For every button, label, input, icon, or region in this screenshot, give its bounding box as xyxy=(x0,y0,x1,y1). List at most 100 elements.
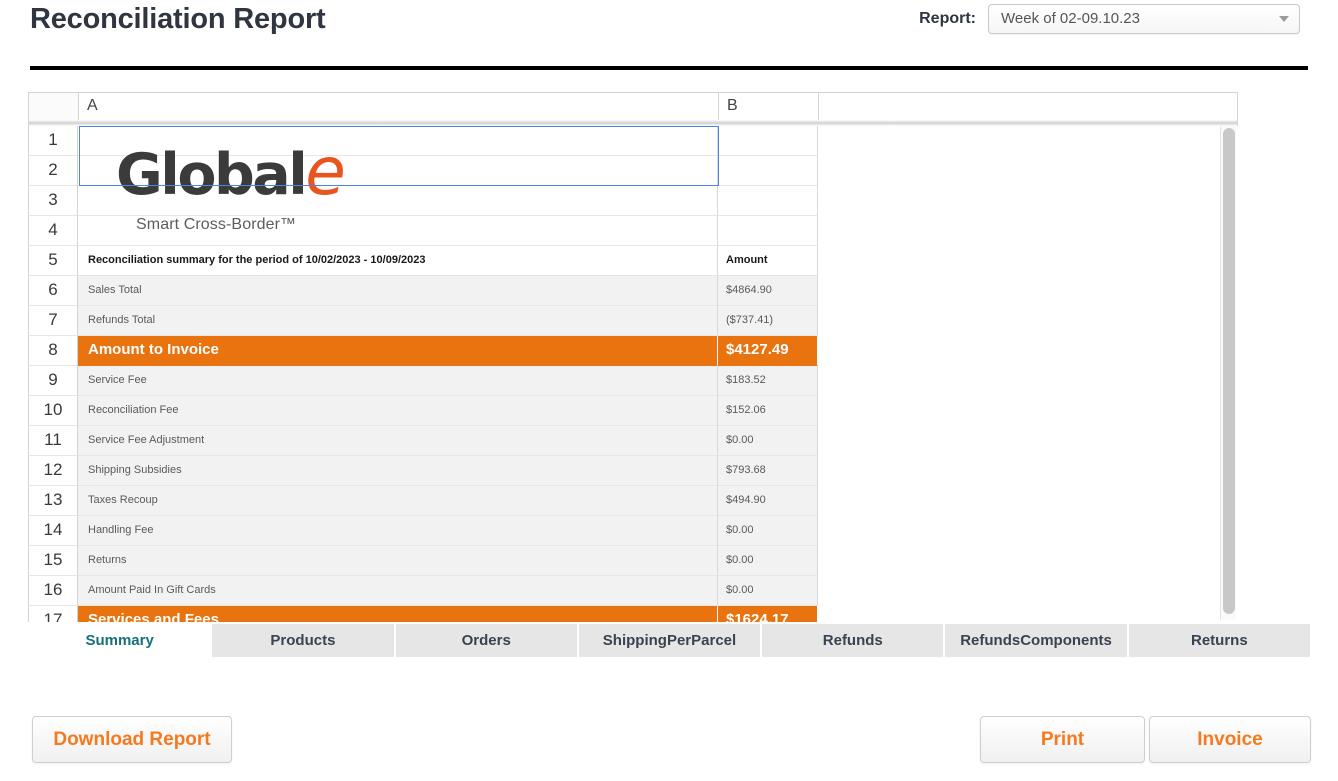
download-report-button[interactable]: Download Report xyxy=(32,716,232,763)
page-header: Reconciliation Report Report: Week of 02… xyxy=(0,0,1338,66)
cell-c[interactable] xyxy=(818,216,1238,246)
row-number[interactable]: 10 xyxy=(28,396,78,426)
tab-products[interactable]: Products xyxy=(211,624,395,658)
column-header-a[interactable]: A xyxy=(79,93,719,120)
cell-b[interactable]: Amount xyxy=(718,246,818,276)
cell-c[interactable] xyxy=(818,156,1238,186)
sheet-tab-bar: Summary Products Orders ShippingPerParcel Re… xyxy=(28,624,1311,658)
cell-a[interactable]: Services and Fees xyxy=(78,606,718,622)
cell-b[interactable]: $1624.17 xyxy=(718,606,818,622)
sheet-row: 15 Returns $0.00 xyxy=(28,546,1238,576)
row-number[interactable]: 9 xyxy=(28,366,78,396)
cell-b[interactable]: $0.00 xyxy=(718,546,818,576)
cell-b[interactable]: $793.68 xyxy=(718,456,818,486)
row-number[interactable]: 3 xyxy=(28,186,78,216)
invoice-button[interactable]: Invoice xyxy=(1149,716,1311,763)
cell-a[interactable]: Sales Total xyxy=(78,276,718,306)
cell-b[interactable]: $0.00 xyxy=(718,516,818,546)
cell-c[interactable] xyxy=(818,126,1238,156)
cell-a[interactable]: Amount to Invoice xyxy=(78,336,718,366)
cell-c[interactable] xyxy=(818,336,1238,366)
cell-c[interactable] xyxy=(818,456,1238,486)
tab-returns[interactable]: Returns xyxy=(1127,624,1311,658)
tab-refundscomponents[interactable]: RefundsComponents xyxy=(944,624,1128,658)
cell-a[interactable]: Taxes Recoup xyxy=(78,486,718,516)
cell-b[interactable]: ($737.41) xyxy=(718,306,818,336)
column-header-b[interactable]: B xyxy=(719,93,819,120)
cell-c[interactable] xyxy=(818,396,1238,426)
cell-b[interactable] xyxy=(718,186,818,216)
cell-b[interactable]: $0.00 xyxy=(718,426,818,456)
row-number[interactable]: 14 xyxy=(28,516,78,546)
row-number[interactable]: 1 xyxy=(28,126,78,156)
cell-a[interactable]: Reconciliation summary for the period of… xyxy=(78,246,718,276)
cell-b[interactable] xyxy=(718,126,818,156)
sheet-row: 2 xyxy=(28,156,1238,186)
cell-a[interactable]: Amount Paid In Gift Cards xyxy=(78,576,718,606)
cell-c[interactable] xyxy=(818,246,1238,276)
report-select[interactable]: Week of 02-09.10.23 xyxy=(988,4,1300,34)
row-number[interactable]: 13 xyxy=(28,486,78,516)
cell-a[interactable] xyxy=(78,126,718,156)
row-number[interactable]: 11 xyxy=(28,426,78,456)
vertical-scrollbar-thumb[interactable] xyxy=(1223,128,1235,614)
row-number[interactable]: 17 xyxy=(28,606,78,622)
cell-b[interactable]: $4127.49 xyxy=(718,336,818,366)
report-select-value: Week of 02-09.10.23 xyxy=(1001,10,1140,27)
sheet-row: 6 Sales Total $4864.90 xyxy=(28,276,1238,306)
row-number[interactable]: 12 xyxy=(28,456,78,486)
tab-summary[interactable]: Summary xyxy=(28,624,212,658)
row-number[interactable]: 8 xyxy=(28,336,78,366)
vertical-scrollbar[interactable] xyxy=(1220,126,1236,620)
row-number[interactable]: 6 xyxy=(28,276,78,306)
report-picker: Report: Week of 02-09.10.23 xyxy=(919,4,1300,34)
cell-a[interactable]: Returns xyxy=(78,546,718,576)
cell-a[interactable]: Shipping Subsidies xyxy=(78,456,718,486)
cell-a[interactable]: Service Fee xyxy=(78,366,718,396)
tab-orders[interactable]: Orders xyxy=(394,624,578,658)
row-number[interactable]: 5 xyxy=(28,246,78,276)
sheet-row: 14 Handling Fee $0.00 xyxy=(28,516,1238,546)
cell-b[interactable]: $0.00 xyxy=(718,576,818,606)
cell-c[interactable] xyxy=(818,186,1238,216)
sheet-row: 3 xyxy=(28,186,1238,216)
cell-c[interactable] xyxy=(818,426,1238,456)
cell-b[interactable]: $152.06 xyxy=(718,396,818,426)
cell-c[interactable] xyxy=(818,306,1238,336)
cell-a[interactable] xyxy=(78,216,718,246)
row-number[interactable]: 15 xyxy=(28,546,78,576)
row-number[interactable]: 2 xyxy=(28,156,78,186)
cell-c[interactable] xyxy=(818,516,1238,546)
cell-a[interactable]: Reconciliation Fee xyxy=(78,396,718,426)
cell-a[interactable]: Service Fee Adjustment xyxy=(78,426,718,456)
row-number[interactable]: 16 xyxy=(28,576,78,606)
sheet-row: 17 Services and Fees $1624.17 xyxy=(28,606,1238,622)
cell-a[interactable] xyxy=(78,156,718,186)
sheet-corner-cell[interactable] xyxy=(29,93,79,120)
row-number[interactable]: 4 xyxy=(28,216,78,246)
cell-a[interactable]: Refunds Total xyxy=(78,306,718,336)
cell-b[interactable] xyxy=(718,216,818,246)
tab-shippingperparcel[interactable]: ShippingPerParcel xyxy=(577,624,762,658)
cell-c[interactable] xyxy=(818,576,1238,606)
cell-c[interactable] xyxy=(818,276,1238,306)
cell-b[interactable]: $494.90 xyxy=(718,486,818,516)
sheet-row: 5 Reconciliation summary for the period o… xyxy=(28,246,1238,276)
cell-b[interactable] xyxy=(718,156,818,186)
sheet-row: 8 Amount to Invoice $4127.49 xyxy=(28,336,1238,366)
cell-b[interactable]: $4864.90 xyxy=(718,276,818,306)
cell-a[interactable]: Handling Fee xyxy=(78,516,718,546)
cell-c[interactable] xyxy=(818,606,1238,622)
page-title: Reconciliation Report xyxy=(30,3,326,35)
print-button[interactable]: Print xyxy=(980,716,1145,763)
cell-b[interactable]: $183.52 xyxy=(718,366,818,396)
column-header-c[interactable] xyxy=(819,93,1237,120)
sheet-row: 11 Service Fee Adjustment $0.00 xyxy=(28,426,1238,456)
spreadsheet: A B 1 2 3 4 5 Reconciliation summary for the … xyxy=(28,92,1238,622)
row-number[interactable]: 7 xyxy=(28,306,78,336)
cell-c[interactable] xyxy=(818,366,1238,396)
tab-refunds[interactable]: Refunds xyxy=(761,624,945,658)
cell-c[interactable] xyxy=(818,486,1238,516)
cell-a[interactable] xyxy=(78,186,718,216)
cell-c[interactable] xyxy=(818,546,1238,576)
